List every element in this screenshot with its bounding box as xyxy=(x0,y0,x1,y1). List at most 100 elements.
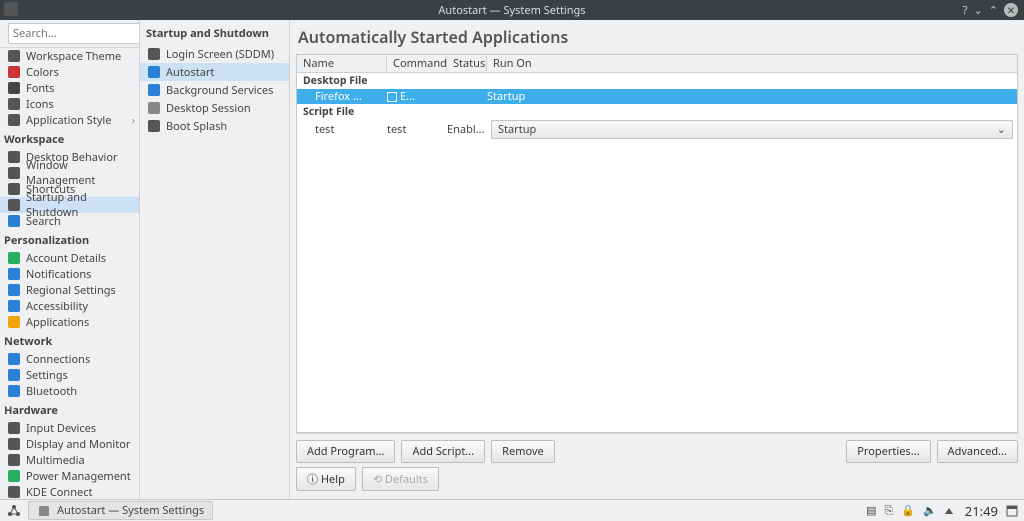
sidebar-item-label: Workspace Theme xyxy=(26,49,121,64)
table-header: Name Command Status Run On xyxy=(297,55,1017,73)
minimize-icon[interactable]: ⌄ xyxy=(974,3,983,18)
show-desktop-icon[interactable] xyxy=(1006,505,1018,517)
task-button[interactable]: Autostart — System Settings xyxy=(28,501,213,520)
sidebar-category: Hardware xyxy=(0,399,139,420)
sidebar-item[interactable]: Fonts xyxy=(0,80,139,96)
lock-icon[interactable]: 🔒 xyxy=(901,503,915,518)
sidebar: Workspace ThemeColorsFontsIconsApplicati… xyxy=(0,20,140,499)
subcategory-item[interactable]: Background Services xyxy=(140,81,289,99)
defaults-button: ⟲ Defaults xyxy=(362,467,439,491)
sidebar-item-label: Settings xyxy=(26,368,68,383)
th-command[interactable]: Command xyxy=(387,56,447,71)
sidebar-item-icon xyxy=(8,252,20,264)
clipboard-icon[interactable]: ⎘ xyxy=(885,503,894,518)
subcategory-item-icon xyxy=(148,48,160,60)
sidebar-item[interactable]: Application Style › xyxy=(0,112,139,128)
subcategory-item-label: Desktop Session xyxy=(166,101,251,116)
sidebar-item[interactable]: Startup and Shutdown xyxy=(0,197,139,213)
sidebar-item-label: Multimedia xyxy=(26,453,85,468)
subcategory-item-icon xyxy=(148,84,160,96)
sidebar-item[interactable]: Accessibility xyxy=(0,298,139,314)
th-runon[interactable]: Run On xyxy=(487,56,1017,71)
sidebar-item-label: Regional Settings xyxy=(26,283,116,298)
sidebar-item[interactable]: Applications xyxy=(0,314,139,330)
sidebar-item-label: Bluetooth xyxy=(26,384,77,399)
app-launcher-icon[interactable] xyxy=(6,503,22,519)
subcategory-item[interactable]: Login Screen (SDDM) xyxy=(140,45,289,63)
properties-button[interactable]: Properties... xyxy=(846,440,930,463)
volume-icon[interactable]: 🔈 xyxy=(923,503,937,518)
add-script-button[interactable]: Add Script... xyxy=(401,440,485,463)
expand-tray-icon[interactable] xyxy=(945,508,953,514)
sidebar-item-icon xyxy=(8,82,20,94)
sidebar-item-icon xyxy=(8,284,20,296)
sidebar-item[interactable]: Icons xyxy=(0,96,139,112)
sidebar-item[interactable]: Power Management xyxy=(0,468,139,484)
clock[interactable]: 21:49 xyxy=(965,502,998,520)
cell-status: Enabl... xyxy=(447,122,491,137)
sidebar-item[interactable]: Connections xyxy=(0,351,139,367)
sidebar-item[interactable]: KDE Connect xyxy=(0,484,139,499)
sidebar-item[interactable]: Regional Settings xyxy=(0,282,139,298)
sidebar-item[interactable]: Display and Monitor xyxy=(0,436,139,452)
page-title: Automatically Started Applications xyxy=(296,24,1018,54)
subcategory-item[interactable]: Boot Splash xyxy=(140,117,289,135)
content-panel: Automatically Started Applications Name … xyxy=(290,20,1024,499)
system-tray: ▤ ⎘ 🔒 🔈 21:49 xyxy=(866,502,1018,520)
th-status[interactable]: Status xyxy=(447,56,487,71)
subcategory-title: Startup and Shutdown xyxy=(140,22,289,45)
tray-icon[interactable]: ▤ xyxy=(866,503,876,518)
sidebar-item[interactable]: Account Details xyxy=(0,250,139,266)
sidebar-item[interactable]: Notifications xyxy=(0,266,139,282)
table-row[interactable]: test test Enabl... Startup ⌄ xyxy=(297,120,1017,138)
search-input[interactable] xyxy=(8,23,140,44)
sidebar-item[interactable]: Input Devices xyxy=(0,420,139,436)
help-button[interactable]: ⓘ Help xyxy=(296,467,356,491)
sidebar-item[interactable]: Settings xyxy=(0,367,139,383)
sidebar-item[interactable]: Bluetooth xyxy=(0,383,139,399)
sidebar-item-label: Applications xyxy=(26,315,89,330)
sidebar-item[interactable]: Multimedia xyxy=(0,452,139,468)
table-row[interactable]: Firefox ... E... Startup xyxy=(297,89,1017,104)
sidebar-item-label: Fonts xyxy=(26,81,54,96)
add-program-button[interactable]: Add Program... xyxy=(296,440,395,463)
settings-icon xyxy=(37,504,51,518)
sidebar-item-label: Notifications xyxy=(26,267,91,282)
sidebar-item-label: Account Details xyxy=(26,251,106,266)
sidebar-tree: Workspace ThemeColorsFontsIconsApplicati… xyxy=(0,48,139,499)
help-icon[interactable]: ? xyxy=(963,3,968,18)
sidebar-item-icon xyxy=(8,369,20,381)
chevron-right-icon: › xyxy=(132,113,135,128)
sidebar-item-icon xyxy=(8,183,20,195)
sidebar-item-icon xyxy=(8,167,20,179)
sidebar-item-label: Application Style xyxy=(26,113,111,128)
checkbox-icon[interactable] xyxy=(387,92,397,102)
sidebar-item-label: Search xyxy=(26,214,61,229)
subcategory-item-label: Boot Splash xyxy=(166,119,227,134)
sidebar-item-label: Power Management xyxy=(26,469,131,484)
cell-name: Firefox ... xyxy=(297,89,387,104)
advanced-button[interactable]: Advanced... xyxy=(937,440,1018,463)
sidebar-category: Network xyxy=(0,330,139,351)
th-name[interactable]: Name xyxy=(297,56,387,71)
sidebar-item-icon xyxy=(8,486,20,498)
sidebar-item[interactable]: Colors xyxy=(0,64,139,80)
sidebar-item-icon xyxy=(8,470,20,482)
cell-command: test xyxy=(387,122,447,137)
sidebar-item-label: Display and Monitor xyxy=(26,437,130,452)
searchbar xyxy=(0,20,139,48)
remove-button[interactable]: Remove xyxy=(491,440,555,463)
sidebar-item-icon xyxy=(8,199,20,211)
runon-dropdown[interactable]: Startup ⌄ xyxy=(491,120,1013,139)
subcategory-item[interactable]: Autostart xyxy=(140,63,289,81)
subcategory-item-label: Login Screen (SDDM) xyxy=(166,47,274,62)
close-icon[interactable]: ✕ xyxy=(1004,3,1018,17)
subcategory-item[interactable]: Desktop Session xyxy=(140,99,289,117)
subcategory-item-label: Background Services xyxy=(166,83,273,98)
sidebar-item[interactable]: Window Management xyxy=(0,165,139,181)
sidebar-item-icon xyxy=(8,454,20,466)
section-script-file: Script File xyxy=(297,104,1017,120)
sidebar-item[interactable]: Workspace Theme xyxy=(0,48,139,64)
sidebar-category: Personalization xyxy=(0,229,139,250)
maximize-icon[interactable]: ⌃ xyxy=(989,3,998,18)
